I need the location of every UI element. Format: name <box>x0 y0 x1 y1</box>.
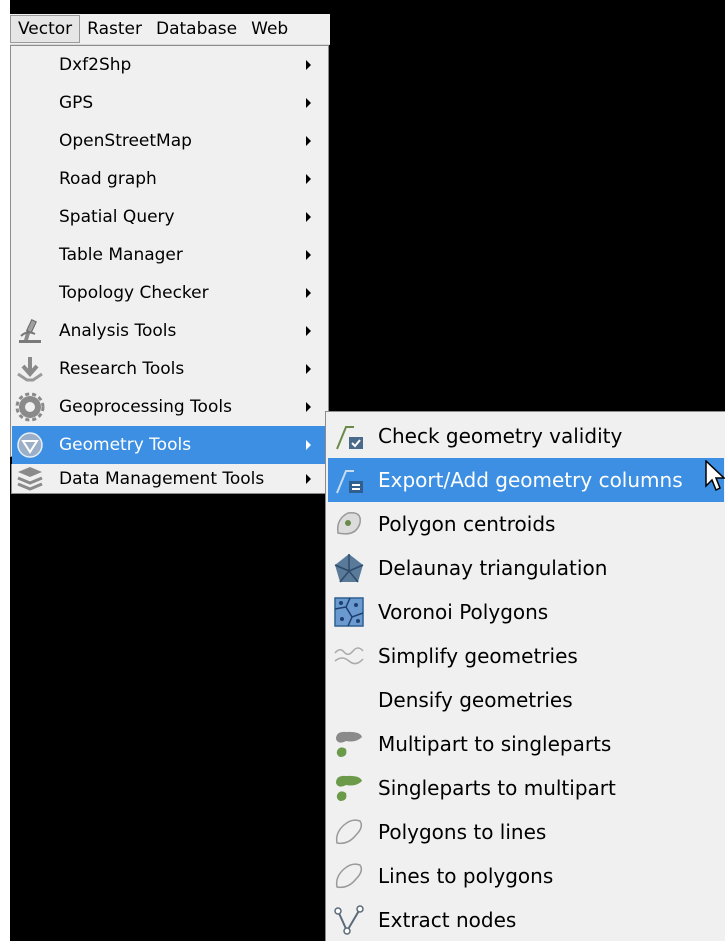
submenu-arrow-icon <box>306 60 311 70</box>
menu-item-label: OpenStreetMap <box>59 131 192 151</box>
submenu-arrow-icon <box>306 440 311 450</box>
menu-item-label: Dxf2Shp <box>59 55 132 75</box>
submenu-arrow-icon <box>306 174 311 184</box>
menu-vector-label: Vector <box>18 19 73 39</box>
menu-bar: Vector Raster Database Web <box>10 14 330 45</box>
submenu-item-label: Export/Add geometry columns <box>378 468 683 492</box>
menu-raster-label: Raster <box>87 19 142 39</box>
polygon-outline-icon <box>335 819 363 845</box>
submenu-item-label: Delaunay triangulation <box>378 556 608 580</box>
menu-item-spatial-query[interactable]: Spatial Query <box>12 198 327 236</box>
menu-web[interactable]: Web <box>244 15 295 43</box>
menu-item-table-manager[interactable]: Table Manager <box>12 236 327 274</box>
gear-icon <box>15 392 45 422</box>
geometry-icon <box>17 432 43 458</box>
submenu-arrow-icon <box>306 364 311 374</box>
research-icon <box>17 357 43 382</box>
microscope-icon <box>19 319 41 343</box>
window-edge <box>0 0 10 941</box>
menu-vector[interactable]: Vector <box>10 15 81 43</box>
submenu-arrow-icon <box>306 288 311 298</box>
submenu-arrow-icon <box>306 250 311 260</box>
submenu-arrow-icon <box>306 212 311 222</box>
submenu-item-label: Singleparts to multipart <box>378 776 616 800</box>
menu-item-openstreetmap[interactable]: OpenStreetMap <box>12 122 327 160</box>
submenu-item-multipart-to-singleparts[interactable]: Multipart to singleparts <box>328 722 724 766</box>
export-columns-icon <box>336 470 363 494</box>
vector-menu: Dxf2Shp GPS OpenStreetMap Road graph Spa… <box>10 45 329 464</box>
menu-item-label: Table Manager <box>59 245 183 265</box>
menu-item-label: GPS <box>59 93 94 113</box>
submenu-item-lines-to-polygons[interactable]: Lines to polygons <box>328 854 724 898</box>
simplify-icon <box>334 647 364 665</box>
menu-item-label: Geometry Tools <box>59 435 192 455</box>
submenu-item-voronoi-polygons[interactable]: Voronoi Polygons <box>328 590 724 634</box>
check-validity-icon <box>336 426 363 450</box>
multipart-icon <box>336 731 362 757</box>
menu-item-data-management-tools[interactable]: Data Management Tools <box>11 464 326 494</box>
menu-database-label: Database <box>156 19 238 39</box>
submenu-item-label: Polygons to lines <box>378 820 547 844</box>
submenu-arrow-icon <box>306 136 311 146</box>
submenu-item-label: Multipart to singleparts <box>378 732 612 756</box>
mouse-cursor-icon <box>705 460 725 492</box>
submenu-arrow-icon <box>306 98 311 108</box>
singleparts-icon <box>336 775 362 801</box>
menu-item-research-tools[interactable]: Research Tools <box>12 350 327 388</box>
submenu-item-simplify-geometries[interactable]: Simplify geometries <box>328 634 724 678</box>
submenu-item-export-geometry-columns[interactable]: Export/Add geometry columns <box>328 458 724 502</box>
delaunay-icon <box>334 554 364 583</box>
submenu-item-polygons-to-lines[interactable]: Polygons to lines <box>328 810 724 854</box>
submenu-item-label: Densify geometries <box>378 688 573 712</box>
menu-item-road-graph[interactable]: Road graph <box>12 160 327 198</box>
menu-raster[interactable]: Raster <box>80 15 149 43</box>
menu-database[interactable]: Database <box>149 15 244 43</box>
submenu-item-check-validity[interactable]: Check geometry validity <box>328 414 724 458</box>
menu-item-label: Road graph <box>59 169 157 189</box>
submenu-item-extract-nodes[interactable]: Extract nodes <box>328 898 724 942</box>
centroids-icon <box>336 511 361 535</box>
nodes-icon <box>334 905 364 935</box>
menu-item-label: Geoprocessing Tools <box>59 397 232 417</box>
submenu-item-label: Lines to polygons <box>378 864 554 888</box>
submenu-arrow-icon <box>306 326 311 336</box>
menu-item-label: Topology Checker <box>59 283 209 303</box>
submenu-arrow-icon <box>306 402 311 412</box>
menu-web-label: Web <box>251 19 289 39</box>
menu-item-geometry-tools[interactable]: Geometry Tools <box>12 426 327 464</box>
submenu-item-polygon-centroids[interactable]: Polygon centroids <box>328 502 724 546</box>
submenu-item-label: Voronoi Polygons <box>378 600 549 624</box>
submenu-item-delaunay-triangulation[interactable]: Delaunay triangulation <box>328 546 724 590</box>
menu-item-label: Research Tools <box>59 359 185 379</box>
menu-item-label: Data Management Tools <box>59 468 265 489</box>
polygon-outline-icon <box>335 863 363 889</box>
voronoi-icon <box>334 597 364 627</box>
menu-item-dxf2shp[interactable]: Dxf2Shp <box>12 46 327 84</box>
menu-item-gps[interactable]: GPS <box>12 84 327 122</box>
submenu-item-label: Check geometry validity <box>378 424 623 448</box>
layers-icon <box>17 467 43 491</box>
menu-item-topology-checker[interactable]: Topology Checker <box>12 274 327 312</box>
menu-item-label: Analysis Tools <box>59 321 177 341</box>
submenu-item-singleparts-to-multipart[interactable]: Singleparts to multipart <box>328 766 724 810</box>
geometry-tools-submenu: Check geometry validity Export/Add geome… <box>325 411 725 941</box>
submenu-item-label: Polygon centroids <box>378 512 556 536</box>
menu-item-analysis-tools[interactable]: Analysis Tools <box>12 312 327 350</box>
menu-item-geoprocessing-tools[interactable]: Geoprocessing Tools <box>12 388 327 426</box>
submenu-item-label: Extract nodes <box>378 908 517 932</box>
submenu-item-densify-geometries[interactable]: Densify geometries <box>328 678 724 722</box>
menu-item-label: Spatial Query <box>59 207 175 227</box>
submenu-arrow-icon <box>306 473 311 484</box>
submenu-item-label: Simplify geometries <box>378 644 578 668</box>
